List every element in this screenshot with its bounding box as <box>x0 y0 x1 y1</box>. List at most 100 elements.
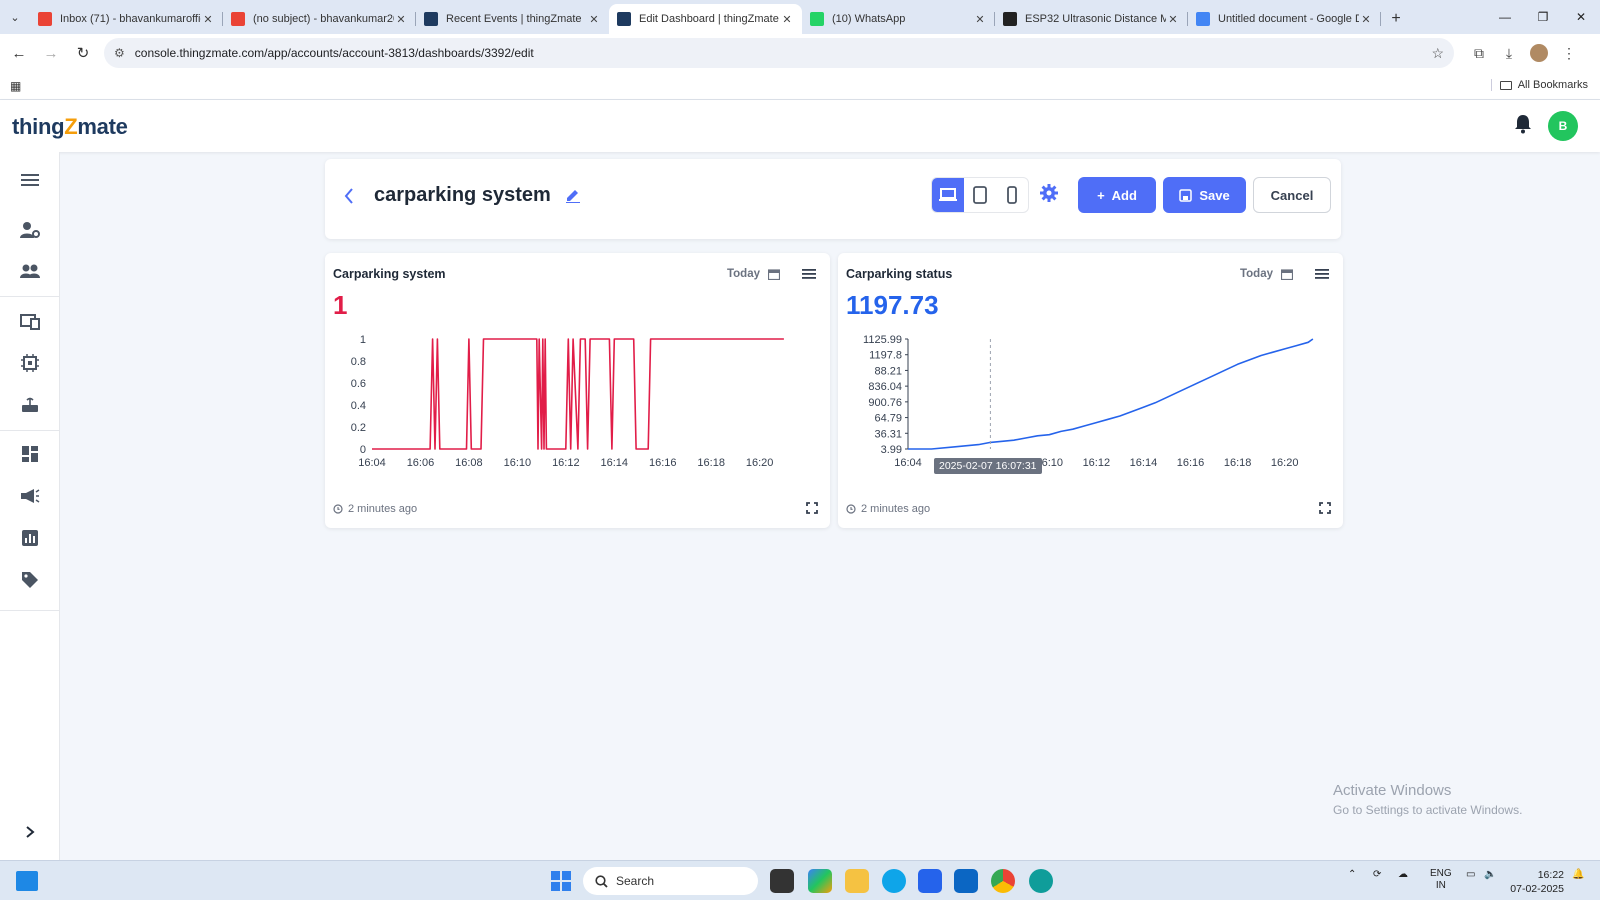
gateway-router-icon[interactable] <box>0 387 60 423</box>
y-tick-label: 0.6 <box>351 378 366 390</box>
close-tab-icon[interactable]: ✕ <box>780 13 794 26</box>
start-windows-icon[interactable] <box>551 871 571 891</box>
dashboards-icon[interactable] <box>0 436 60 472</box>
browser-tab[interactable]: Edit Dashboard | thingZmate ✕ <box>609 4 802 34</box>
settings-gear-icon[interactable] <box>1040 184 1058 202</box>
browser-tab[interactable]: Untitled document - Google Do ✕ <box>1188 4 1381 34</box>
edit-pencil-icon[interactable] <box>565 187 581 203</box>
devices-icon[interactable] <box>0 304 60 340</box>
tag-icon[interactable] <box>0 562 60 598</box>
close-tab-icon[interactable]: ✕ <box>1359 13 1373 26</box>
date-range-selector[interactable]: Today <box>1240 268 1293 280</box>
language-indicator[interactable]: ENG IN <box>1430 868 1452 892</box>
restore-button[interactable]: ❐ <box>1524 0 1562 34</box>
widget-menu-icon[interactable] <box>802 268 816 280</box>
clock-icon <box>333 504 343 514</box>
widget-value: 1 <box>333 290 348 320</box>
expand-sidebar-chevron-icon[interactable] <box>0 814 60 850</box>
forward-button[interactable]: → <box>38 40 64 66</box>
apps-grid-icon[interactable]: ▦ <box>10 79 21 93</box>
notifications-bell-icon[interactable]: 🔔 <box>1572 869 1584 880</box>
cloud-icon[interactable]: ☁ <box>1398 869 1408 880</box>
taskview-icon[interactable] <box>770 869 794 893</box>
menu-toggle-icon[interactable] <box>0 162 60 198</box>
extensions-icon[interactable]: ⧉ <box>1464 44 1494 62</box>
chart-tooltip: 2025-02-07 16:07:31 <box>934 458 1042 474</box>
downloads-icon[interactable]: ⤓ <box>1494 44 1524 62</box>
taskbar-search[interactable]: Search <box>583 867 758 895</box>
network-icon[interactable]: ▭ <box>1466 869 1475 880</box>
close-tab-icon[interactable]: ✕ <box>394 13 408 26</box>
view-mode-toggle <box>931 177 1029 213</box>
date-range-selector[interactable]: Today <box>727 268 780 280</box>
edge-browser-icon[interactable] <box>882 869 906 893</box>
browser-tab[interactable]: Recent Events | thingZmate ✕ <box>416 4 609 34</box>
file-explorer-icon[interactable] <box>845 869 869 893</box>
y-tick-label: 3.99 <box>881 444 902 456</box>
close-tab-icon[interactable]: ✕ <box>587 13 601 26</box>
back-chevron-icon[interactable] <box>343 187 355 205</box>
desktop-view-icon[interactable] <box>932 178 964 212</box>
users-group-icon[interactable] <box>0 253 60 289</box>
browser-tab[interactable]: (10) WhatsApp ✕ <box>802 4 995 34</box>
close-tab-icon[interactable]: ✕ <box>973 13 987 26</box>
widget-carparking-status[interactable]: Carparking status Today 1197.73 16:04 16:… <box>838 253 1343 528</box>
volume-icon[interactable]: 🔈 <box>1484 869 1496 880</box>
taskbar-clock[interactable]: 16:22 07-02-2025 <box>1510 868 1564 896</box>
x-tick-label: 16:16 <box>649 457 677 469</box>
browser-tab-title: ESP32 Ultrasonic Distance Mea <box>1025 13 1166 25</box>
save-button[interactable]: Save <box>1163 177 1246 213</box>
tab-search-chevron-icon[interactable]: ⌄ <box>0 0 30 34</box>
sync-icon[interactable]: ⟳ <box>1373 869 1381 880</box>
new-tab-button[interactable]: + <box>1381 4 1411 34</box>
user-settings-icon[interactable] <box>0 212 60 248</box>
series-line <box>908 338 1314 450</box>
outlook-icon[interactable] <box>954 869 978 893</box>
all-bookmarks-button[interactable]: All Bookmarks <box>1490 79 1588 91</box>
widget-menu-icon[interactable] <box>1315 268 1329 280</box>
mobile-view-icon[interactable] <box>996 178 1028 212</box>
analytics-icon[interactable] <box>0 520 60 556</box>
show-hidden-icons-chevron-icon[interactable]: ⌃ <box>1348 869 1356 880</box>
line-chart-carparking-system: 16:04 16:06 16:08 16:10 16:12 16:14 16:16 16:18… <box>351 334 784 469</box>
widget-title: Carparking status <box>846 267 953 281</box>
tablet-view-icon[interactable] <box>964 178 996 212</box>
bookmark-star-icon[interactable]: ☆ <box>1431 45 1444 62</box>
close-tab-icon[interactable]: ✕ <box>201 13 215 26</box>
widget-carparking-system[interactable]: Carparking system Today 1 16:04 16:06 16:0… <box>325 253 830 528</box>
back-button[interactable]: ← <box>6 40 32 66</box>
browser-tab[interactable]: Inbox (71) - bhavankumarofficia ✕ <box>30 4 223 34</box>
close-tab-icon[interactable]: ✕ <box>1166 13 1180 26</box>
calendar-icon <box>768 269 780 280</box>
store-icon[interactable] <box>918 869 942 893</box>
fullscreen-expand-icon[interactable] <box>1319 502 1331 514</box>
all-bookmarks-label: All Bookmarks <box>1517 79 1588 91</box>
browser-tab[interactable]: (no subject) - bhavankumar200 ✕ <box>223 4 416 34</box>
address-bar[interactable]: ⚙ console.thingzmate.com/app/accounts/ac… <box>104 38 1454 68</box>
thingzmate-logo[interactable]: thingZmate <box>12 114 128 140</box>
last-updated: 2 minutes ago <box>333 503 417 515</box>
user-avatar[interactable]: B <box>1548 111 1578 141</box>
site-settings-icon[interactable]: ⚙ <box>114 46 125 60</box>
minimize-button[interactable]: — <box>1486 0 1524 34</box>
sidebar <box>0 152 60 860</box>
fullscreen-expand-icon[interactable] <box>806 502 818 514</box>
arduino-icon[interactable] <box>1029 869 1053 893</box>
chrome-icon[interactable] <box>991 869 1015 893</box>
profile-avatar[interactable] <box>1524 44 1554 62</box>
y-tick-label: 0.8 <box>351 356 366 368</box>
close-window-button[interactable]: ✕ <box>1562 0 1600 34</box>
widgets-icon[interactable] <box>16 871 38 891</box>
add-widget-button[interactable]: + Add <box>1078 177 1156 213</box>
notification-bell-icon[interactable] <box>1514 114 1532 134</box>
browser-tab-title: Edit Dashboard | thingZmate <box>639 13 779 25</box>
browser-tab[interactable]: ESP32 Ultrasonic Distance Mea ✕ <box>995 4 1188 34</box>
browser-menu-icon[interactable]: ⋮ <box>1554 44 1584 62</box>
announcements-icon[interactable] <box>0 478 60 514</box>
gmail-icon <box>38 12 52 26</box>
cancel-button[interactable]: Cancel <box>1253 177 1331 213</box>
reload-button[interactable]: ↻ <box>70 40 96 66</box>
save-disk-icon <box>1179 188 1193 202</box>
chip-icon[interactable] <box>0 345 60 381</box>
copilot-icon[interactable] <box>808 869 832 893</box>
